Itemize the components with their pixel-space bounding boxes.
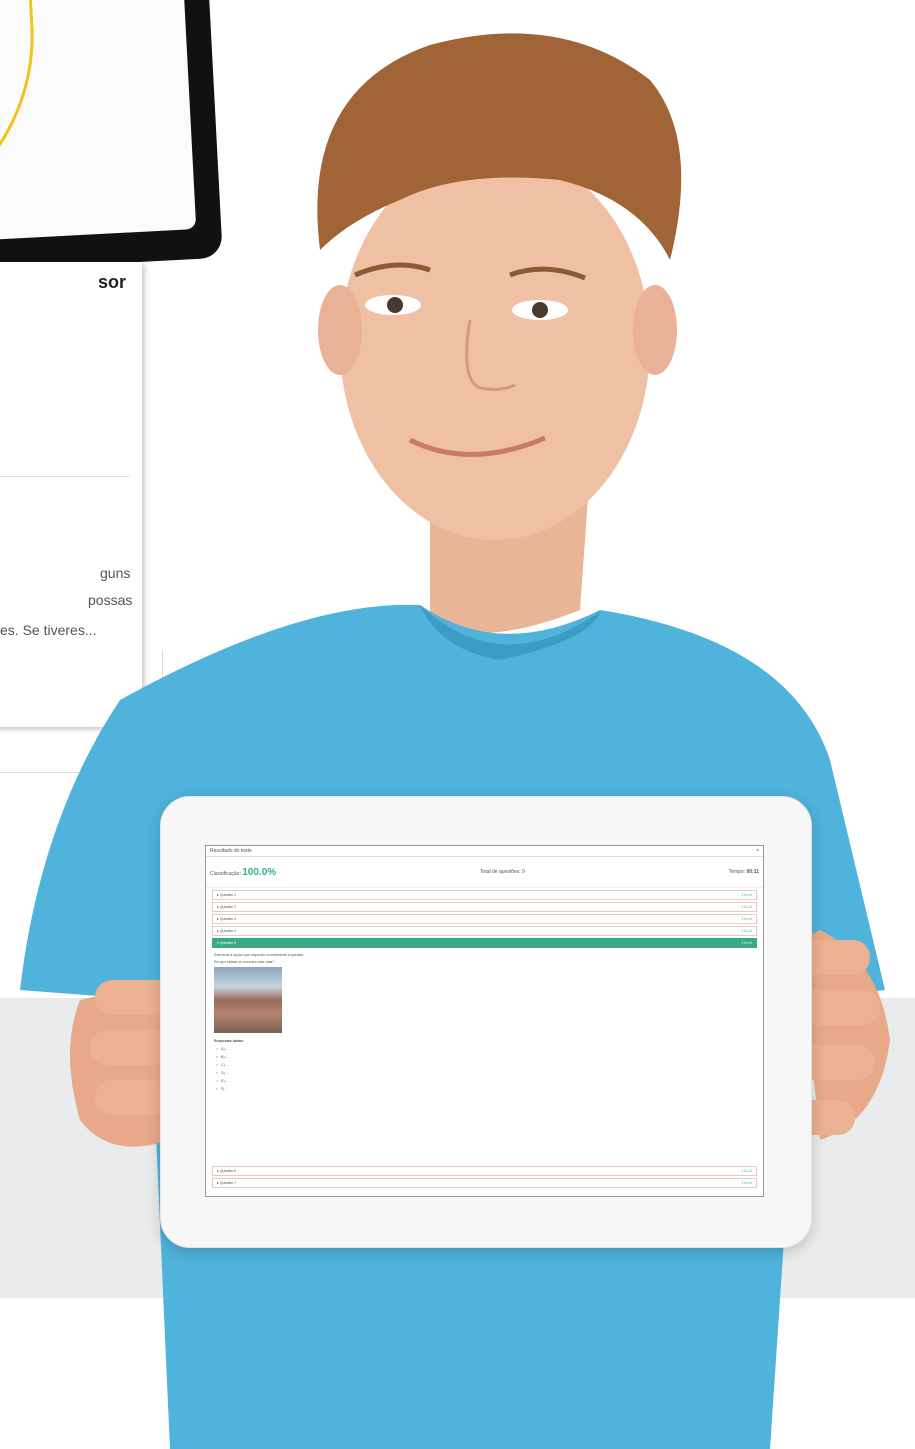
- question-prompt: Em que cidade se encontra esta vista?: [214, 960, 275, 964]
- cross-icon: ×: [216, 1055, 219, 1059]
- question-row[interactable]: ▸ Questão 3 1.0/1.0: [212, 914, 757, 924]
- chevron-right-icon: ▸: [217, 917, 219, 921]
- question-row[interactable]: ▸ Questão 7 1.0/1.0: [212, 1178, 757, 1188]
- answer-option: × D) ...: [216, 1071, 229, 1075]
- options-title: Respostas dadas:: [214, 1039, 244, 1043]
- answer-option: × B) ...: [216, 1055, 229, 1059]
- right-ear: [633, 285, 677, 375]
- tablet-screen: Resultado do teste × Classificação: 100.…: [205, 845, 764, 1197]
- time-value: 00:11: [746, 869, 759, 875]
- cross-icon: ×: [216, 1047, 219, 1051]
- score-value: 100.0%: [242, 866, 277, 878]
- time: Tempo: 00:11: [728, 869, 759, 875]
- chevron-down-icon: ▾: [217, 941, 219, 945]
- tablet-stats: Classificação: 100.0% Total de questões:…: [206, 857, 763, 888]
- question-row[interactable]: ▸ Questão 6 1.0/1.0: [212, 1166, 757, 1176]
- score: Classificação: 100.0%: [210, 866, 277, 878]
- question-row-active[interactable]: ▾ Questão 5 1.0/1.0: [212, 938, 757, 948]
- close-icon[interactable]: ×: [756, 846, 759, 856]
- cross-icon: ×: [216, 1071, 219, 1075]
- chevron-right-icon: ▸: [217, 893, 219, 897]
- question-row[interactable]: ▸ Questão 4 1.0/1.0: [212, 926, 757, 936]
- cross-icon: ×: [216, 1063, 219, 1067]
- face: [340, 150, 650, 540]
- answer-option: × C) ...: [216, 1063, 229, 1067]
- question-intro: Selecione a opção que responde corretame…: [214, 953, 305, 957]
- answer-option: × A) ...: [216, 1047, 229, 1051]
- questions-count: Total de questões: 9: [480, 869, 525, 875]
- question-row[interactable]: ▸ Questão 1 1.0/1.0: [212, 890, 757, 900]
- cross-icon: ×: [216, 1087, 219, 1091]
- left-ear: [318, 285, 362, 375]
- cross-icon: ×: [216, 1079, 219, 1083]
- answer-option: × E) ...: [216, 1079, 229, 1083]
- answer-option: × F) ...: [216, 1087, 229, 1091]
- chevron-right-icon: ▸: [217, 1181, 219, 1185]
- tablet-header-title: Resultado do teste: [210, 848, 252, 854]
- chevron-right-icon: ▸: [217, 929, 219, 933]
- question-row[interactable]: ▸ Questão 2 1.0/1.0: [212, 902, 757, 912]
- chevron-right-icon: ▸: [217, 905, 219, 909]
- question-body: Selecione a opção que responde corretame…: [206, 950, 763, 1098]
- chevron-right-icon: ▸: [217, 1169, 219, 1173]
- tablet-header: Resultado do teste ×: [206, 846, 763, 857]
- question-image: [214, 967, 282, 1033]
